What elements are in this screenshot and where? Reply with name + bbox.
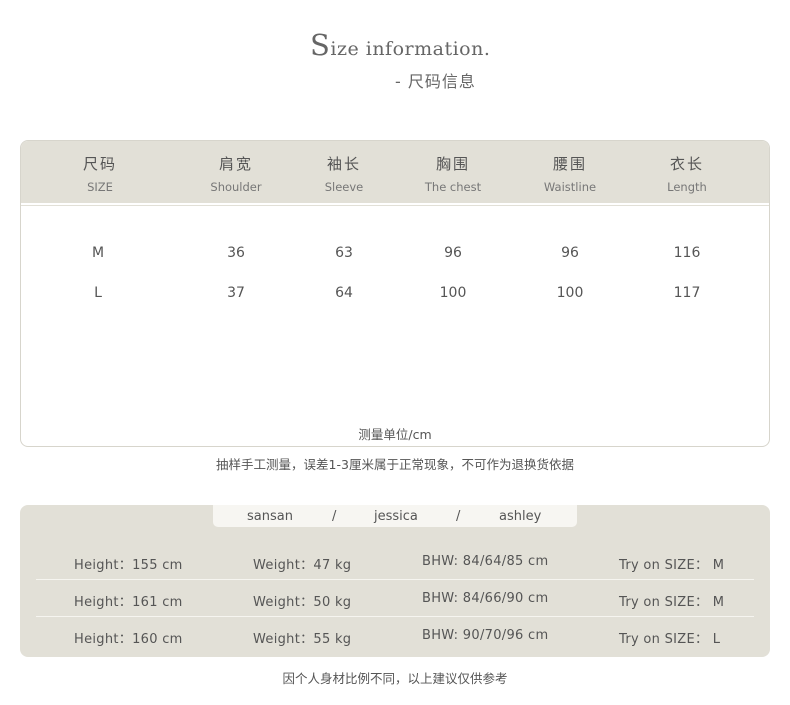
column-cn: 胸围 [435,155,470,173]
model-weight: Weight：47 kg [253,558,352,573]
model-row: Height：161 cm Weight：50 kg BHW: 84/66/90… [36,591,754,627]
model-try-size: Try on SIZE： L [619,632,721,647]
column-en: Sleeve [324,180,364,194]
measurement-unit: 测量单位/cm [358,427,432,442]
cell-size: L [94,285,102,301]
column-cn: 腰围 [552,155,587,173]
cell-sleeve: 63 [335,245,353,261]
row-divider [36,579,754,580]
model-height: Height：155 cm [74,558,183,573]
model-row: Height：160 cm Weight：55 kg BHW: 90/70/96… [36,628,754,664]
row-divider [36,616,754,617]
model-height: Height：161 cm [74,595,183,610]
column-en: SIZE [87,180,113,194]
reference-note: 因个人身材比例不同，以上建议仅供参考 [282,671,508,686]
model-try-size: Try on SIZE： M [619,558,725,573]
model-weight: Weight：50 kg [253,595,352,610]
column-cn: 袖长 [326,155,361,173]
model-bhw: BHW: 84/66/90 cm [422,591,549,606]
cell-chest: 100 [439,285,467,301]
cell-shoulder: 37 [227,285,245,301]
model-name: jessica [374,509,418,524]
model-weight: Weight：55 kg [253,632,352,647]
title-block: Size information. - 尺码信息 [0,28,790,98]
column-en: Length [667,180,707,194]
model-bhw: BHW: 84/64/85 cm [422,554,549,569]
column-en: Shoulder [210,180,262,194]
cell-length: 117 [673,285,701,301]
model-names-tab: sansan / jessica / ashley [213,505,577,527]
title-rest: ize information. [330,38,491,60]
page-title: Size information. [310,28,490,62]
column-cn: 肩宽 [218,155,253,173]
model-bhw: BHW: 90/70/96 cm [422,628,549,643]
name-separator: / [456,509,461,524]
cell-waistline: 96 [561,245,579,261]
model-info-card: sansan / jessica / ashley Height：155 cm … [20,505,770,657]
column-cn: 衣长 [669,155,704,173]
cell-chest: 96 [444,245,462,261]
page-subtitle: - 尺码信息 [395,72,476,91]
name-separator: / [332,509,337,524]
cell-length: 116 [673,245,701,261]
title-initial: S [310,28,331,62]
cell-shoulder: 36 [227,245,245,261]
size-table: 尺码 SIZE 肩宽 Shoulder 袖长 Sleeve 胸围 The che… [20,140,770,447]
cell-waistline: 100 [556,285,584,301]
model-name: sansan [247,509,293,524]
column-cn: 尺码 [82,155,117,173]
model-height: Height：160 cm [74,632,183,647]
model-name: ashley [499,509,542,524]
header-divider [21,205,769,206]
measurement-note: 抽样手工测量，误差1-3厘米属于正常现象，不可作为退换货依据 [216,457,574,472]
model-try-size: Try on SIZE： M [619,595,725,610]
cell-size: M [91,245,105,261]
model-row: Height：155 cm Weight：47 kg BHW: 84/64/85… [36,554,754,590]
cell-sleeve: 64 [335,285,353,301]
column-en: The chest [424,180,482,194]
column-en: Waistline [543,180,597,194]
size-table-header: 尺码 SIZE 肩宽 Shoulder 袖长 Sleeve 胸围 The che… [21,141,769,203]
